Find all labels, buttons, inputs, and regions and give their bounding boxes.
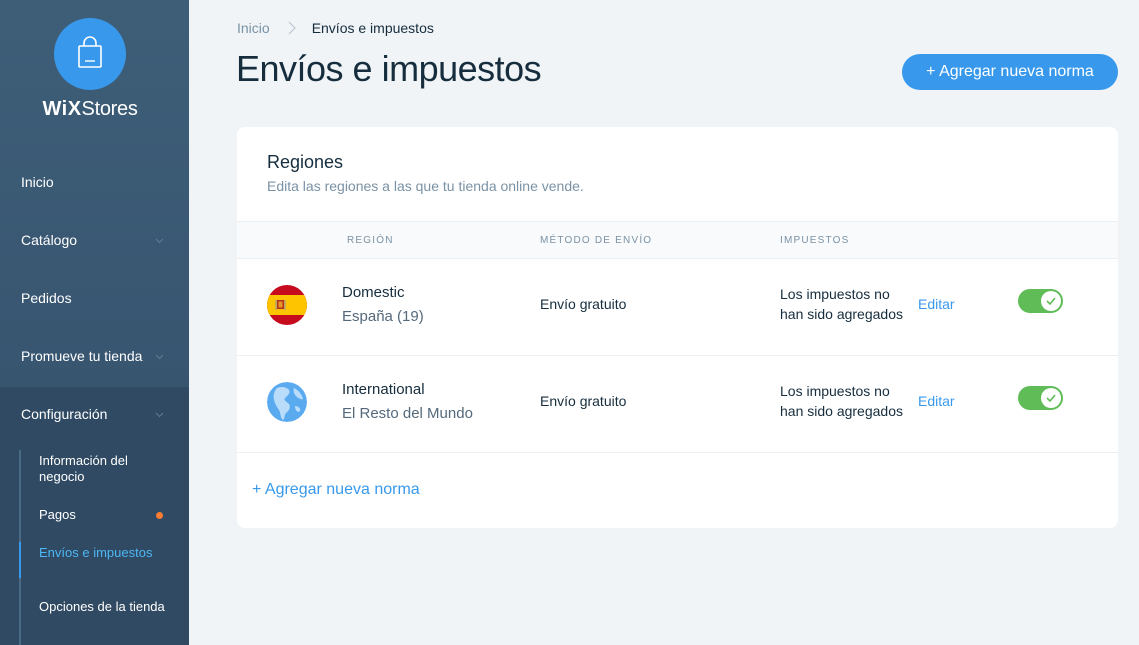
regions-card: Regiones Edita las regiones a las que tu… (237, 127, 1118, 528)
card-title: Regiones (267, 152, 344, 172)
breadcrumb: Inicio Envíos e impuestos (237, 19, 434, 37)
sidebar-item-label: Inicio (21, 174, 54, 190)
tax-status-line: han sido agregados (780, 403, 903, 419)
sidebar-item-label: Catálogo (21, 232, 78, 248)
checkmark-icon (1046, 297, 1056, 305)
tax-status-line: han sido agregados (780, 306, 903, 322)
chevron-down-icon (155, 238, 164, 243)
shipping-method: Envío gratuito (540, 393, 627, 409)
chevron-down-icon (155, 354, 164, 359)
table-header: REGIÓN MÉTODO DE ENVÍO IMPUESTOS (237, 221, 1118, 259)
sidebar: WiXStores Inicio Catálogo Pedidos Promue… (0, 0, 189, 645)
column-header-taxes: IMPUESTOS (780, 235, 850, 246)
sidebar-item-catalogo[interactable]: Catálogo (21, 229, 181, 251)
wix-stores-logo[interactable] (54, 18, 126, 90)
tax-status-line: Los impuestos no (780, 383, 890, 399)
sidebar-subitem-pagos[interactable]: Pagos (39, 507, 169, 523)
column-header-method: MÉTODO DE ENVÍO (540, 235, 653, 246)
card-subtitle: Edita las regiones a las que tu tienda o… (267, 178, 584, 194)
region-countries: El Resto del Mundo (342, 405, 473, 422)
toggle-knob (1041, 388, 1061, 408)
region-name: Domestic (342, 284, 405, 301)
sidebar-item-label: Promueve tu tienda (21, 348, 143, 364)
column-header-region: REGIÓN (347, 235, 394, 246)
region-name: International (342, 381, 425, 398)
toggle-knob (1041, 291, 1061, 311)
sidebar-item-pedidos[interactable]: Pedidos (21, 287, 181, 309)
region-toggle[interactable] (1018, 289, 1063, 313)
logo-brand-light: Stores (81, 98, 138, 120)
shopping-bag-icon (78, 36, 102, 68)
edit-tax-link[interactable]: Editar (918, 393, 955, 409)
page-title: Envíos e impuestos (236, 48, 542, 89)
sidebar-item-inicio[interactable]: Inicio (21, 171, 181, 193)
tax-status: Los impuestos no han sido agregados (780, 284, 910, 324)
submenu-active-indicator (19, 542, 21, 578)
sidebar-item-configuracion[interactable]: Configuración (21, 403, 181, 425)
region-countries: España (19) (342, 308, 424, 325)
breadcrumb-home-link[interactable]: Inicio (237, 20, 270, 36)
breadcrumb-current: Envíos e impuestos (311, 20, 434, 36)
region-toggle[interactable] (1018, 386, 1063, 410)
sidebar-subitem-informacion[interactable]: Información del negocio (39, 453, 169, 485)
sidebar-subitem-opciones[interactable]: Opciones de la tienda (39, 599, 169, 615)
sidebar-item-label: Pedidos (21, 290, 72, 306)
tax-status: Los impuestos no han sido agregados (780, 381, 910, 421)
logo-text: WiXStores (0, 98, 180, 121)
shipping-method: Envío gratuito (540, 296, 627, 312)
edit-tax-link[interactable]: Editar (918, 296, 955, 312)
tax-status-line: Los impuestos no (780, 286, 890, 302)
add-rule-link[interactable]: + Agregar nueva norma (252, 481, 420, 499)
sidebar-item-promueve[interactable]: Promueve tu tienda (21, 345, 181, 367)
chevron-down-icon (155, 412, 164, 417)
chevron-right-icon (288, 21, 296, 35)
spain-flag-icon (267, 285, 307, 325)
table-row: International El Resto del Mundo Envío g… (237, 356, 1118, 453)
add-rule-button[interactable]: + Agregar nueva norma (902, 54, 1118, 90)
sidebar-item-label: Configuración (21, 406, 108, 422)
table-row: Domestic España (19) Envío gratuito Los … (237, 259, 1118, 356)
notification-dot (156, 512, 163, 519)
logo-brand-bold: WiX (42, 98, 82, 120)
checkmark-icon (1046, 394, 1056, 402)
sidebar-subitem-envios[interactable]: Envíos e impuestos (39, 545, 169, 561)
globe-icon (267, 382, 307, 422)
